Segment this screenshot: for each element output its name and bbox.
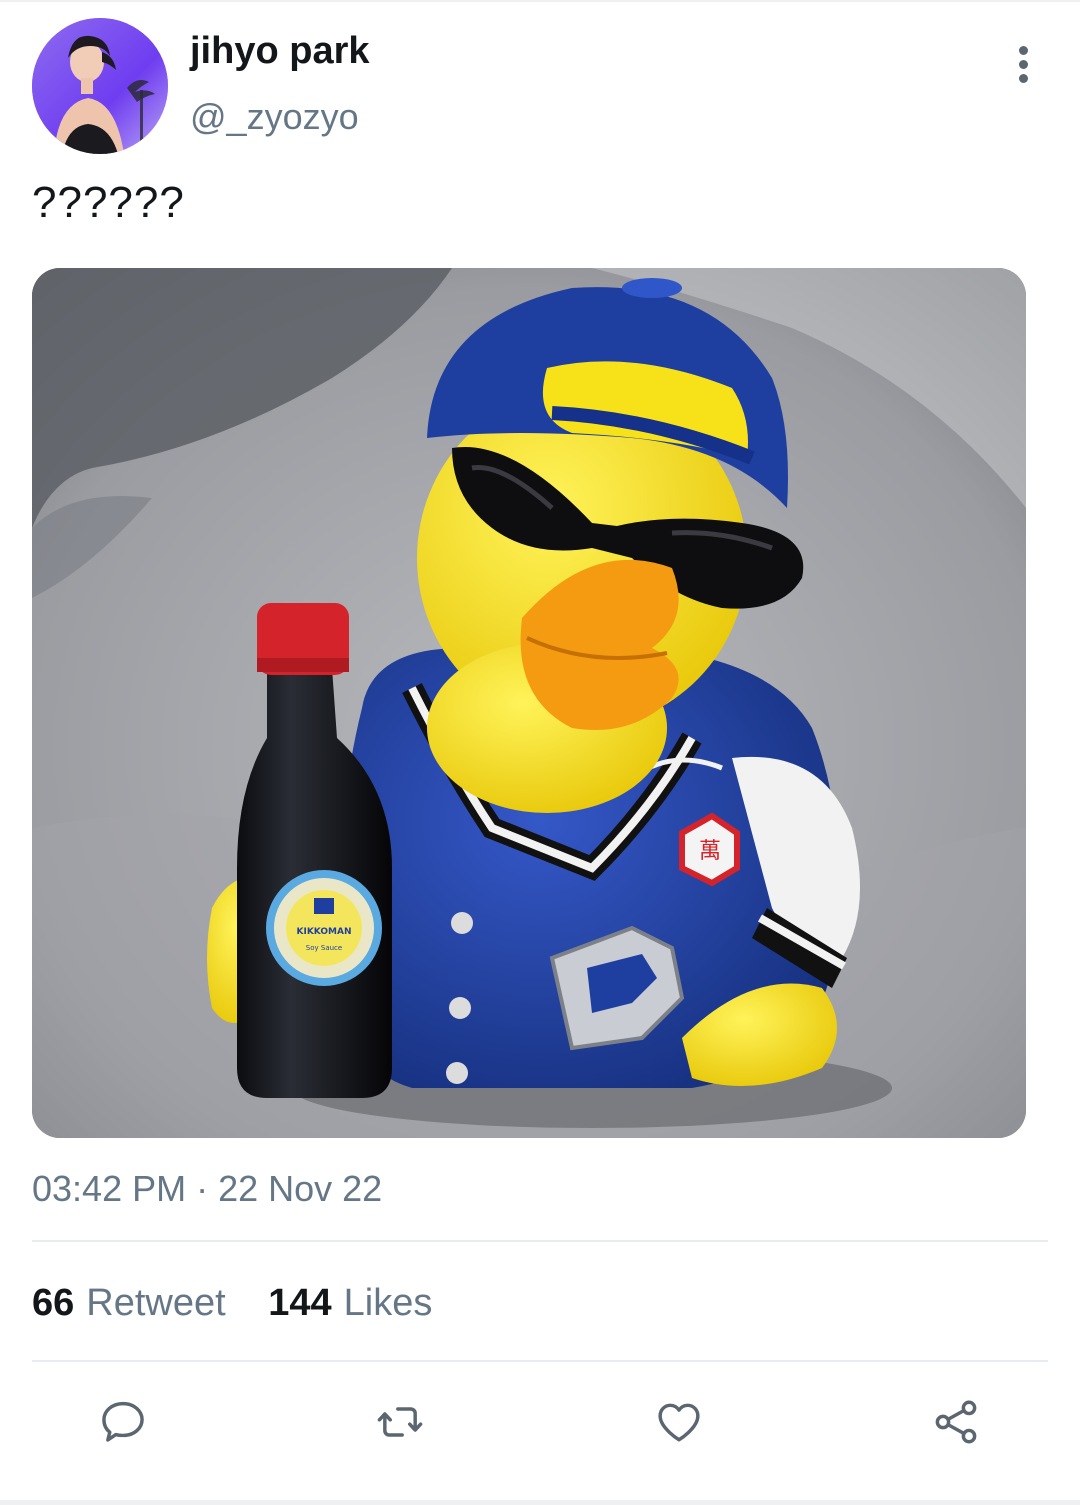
likes-count-link[interactable]: 144 Likes bbox=[268, 1282, 432, 1325]
retweet-count-link[interactable]: 66 Retweet bbox=[32, 1282, 226, 1325]
reply-icon bbox=[102, 1401, 144, 1442]
tweet-date: 22 Nov 22 bbox=[218, 1168, 383, 1209]
more-vertical-icon[interactable] bbox=[1006, 40, 1042, 90]
retweet-label: Retweet bbox=[86, 1282, 226, 1324]
bottom-divider bbox=[0, 1500, 1080, 1505]
tweet-text: ?????? bbox=[32, 178, 185, 227]
like-label: Likes bbox=[343, 1282, 433, 1324]
bottle-label-subtext: Soy Sauce bbox=[306, 944, 342, 952]
avatar-photo bbox=[32, 18, 168, 154]
retweet-count: 66 bbox=[32, 1282, 75, 1324]
share-icon bbox=[935, 1400, 977, 1444]
heart-icon bbox=[658, 1403, 700, 1442]
svg-text:萬: 萬 bbox=[699, 839, 721, 864]
reply-button[interactable] bbox=[91, 1390, 155, 1454]
like-button[interactable] bbox=[647, 1390, 711, 1454]
retweet-icon bbox=[377, 1407, 423, 1437]
divider bbox=[32, 1240, 1048, 1242]
tweet-header: jihyo park @_zyozyo bbox=[0, 0, 1080, 160]
timestamp-separator: · bbox=[196, 1168, 209, 1209]
tweet-timestamp[interactable]: 03:42 PM · 22 Nov 22 bbox=[32, 1168, 382, 1210]
display-name[interactable]: jihyo park bbox=[190, 30, 370, 73]
media-photo: 萬 KIKKOMAN Soy Sauce bbox=[32, 268, 1026, 1138]
user-handle[interactable]: @_zyozyo bbox=[190, 96, 359, 138]
bottle-label-text: KIKKOMAN bbox=[297, 927, 352, 937]
tweet-media[interactable]: 萬 KIKKOMAN Soy Sauce bbox=[32, 268, 1026, 1138]
tweet-actions bbox=[0, 1390, 1080, 1460]
like-count: 144 bbox=[268, 1282, 332, 1324]
tweet-time: 03:42 PM bbox=[32, 1168, 187, 1209]
divider bbox=[32, 1360, 1048, 1362]
avatar[interactable] bbox=[32, 18, 168, 154]
share-button[interactable] bbox=[924, 1390, 988, 1454]
engagement-stats: 66 Retweet 144 Likes bbox=[32, 1282, 464, 1325]
retweet-button[interactable] bbox=[368, 1390, 432, 1454]
